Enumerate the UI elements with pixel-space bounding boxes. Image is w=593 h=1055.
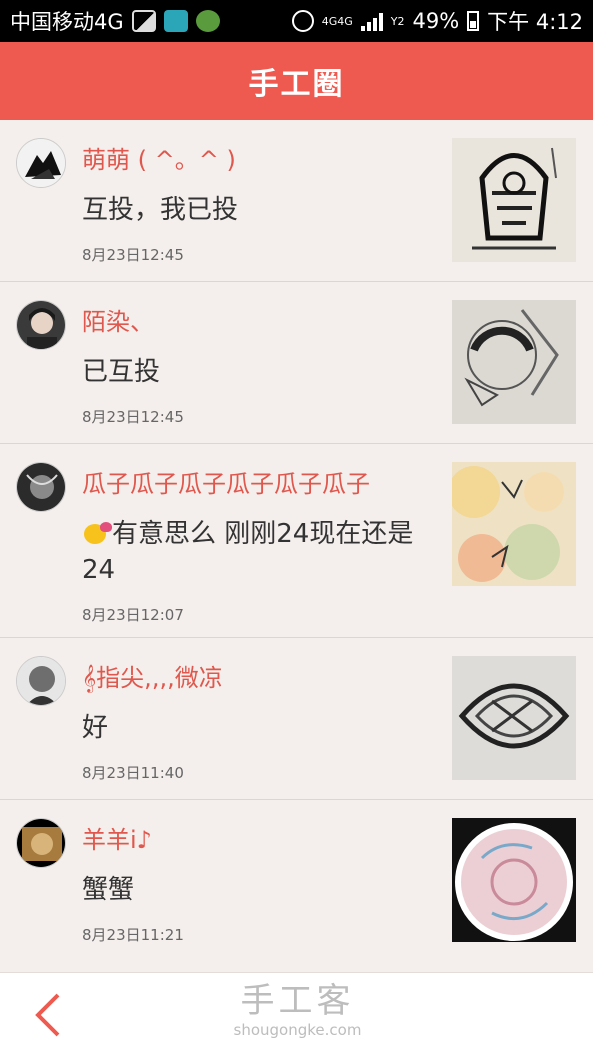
- gallery-notification-icon: [131, 10, 156, 32]
- comment-text: 互投，我已投: [82, 195, 239, 225]
- comment-time: 8月23日12:07: [82, 606, 184, 624]
- avatar[interactable]: [16, 818, 66, 868]
- comment-time: 8月23日11:40: [82, 764, 184, 782]
- network-type-label: 4G4G: [321, 14, 353, 28]
- comment-list: 萌萌 ( ^。^ ) 互投，我已投 8月23日12:45 陌染、 已互投 8月2…: [0, 120, 593, 974]
- chevron-left-icon: [35, 993, 60, 1037]
- comment-row[interactable]: 陌染、 已互投 8月23日12:45: [0, 282, 593, 444]
- comment-row[interactable]: 瓜子瓜子瓜子瓜子瓜子瓜子 有意思么 刚刚24现在还是24 8月23日12:07: [0, 444, 593, 638]
- message-notification-icon: [195, 10, 220, 32]
- comment-time: 8月23日12:45: [82, 408, 184, 426]
- avatar[interactable]: [16, 138, 66, 188]
- comment-row[interactable]: 萌萌 ( ^。^ ) 互投，我已投 8月23日12:45: [0, 120, 593, 282]
- comment-author[interactable]: 羊羊i♪: [82, 820, 152, 855]
- watermark-url: shougongke.com: [233, 1021, 362, 1039]
- app-notification-icon: [163, 10, 188, 32]
- clock: 下午 4:12: [487, 10, 583, 34]
- comment-author[interactable]: 瓜子瓜子瓜子瓜子瓜子瓜子: [82, 464, 370, 499]
- avatar[interactable]: [16, 462, 66, 512]
- artwork-thumbnail[interactable]: [452, 462, 576, 586]
- carrier-label: 中国移动4G: [10, 10, 124, 34]
- watermark-title: 手工客: [240, 981, 355, 1021]
- battery-percent: 49%: [412, 9, 460, 33]
- artwork-thumbnail[interactable]: [452, 818, 576, 942]
- page-title: 手工圈: [248, 67, 345, 102]
- watermark: 手工客 shougongke.com: [230, 981, 365, 1039]
- artwork-thumbnail[interactable]: [452, 656, 576, 780]
- sim-label: Y2: [390, 14, 405, 28]
- avatar[interactable]: [16, 300, 66, 350]
- comment-author[interactable]: 萌萌 ( ^。^ ): [82, 140, 236, 175]
- avatar[interactable]: [16, 656, 66, 706]
- title-bar: 手工圈: [0, 42, 593, 120]
- artwork-thumbnail[interactable]: [452, 138, 576, 262]
- artwork-thumbnail[interactable]: [452, 300, 576, 424]
- comment-text: 有意思么 刚刚24现在还是24: [82, 519, 414, 585]
- alarm-icon: [291, 10, 314, 32]
- back-button[interactable]: [30, 991, 70, 1039]
- comment-text: 蟹蟹: [82, 875, 135, 905]
- status-bar: 中国移动4G 4G4G Y2 49% 下午 4:12: [0, 0, 593, 42]
- kiss-emoji-icon: [82, 520, 112, 546]
- battery-icon: [467, 11, 480, 31]
- comment-row[interactable]: 𝄞指尖,,,,微凉 好 8月23日11:40: [0, 638, 593, 800]
- bottom-bar: 手工客 shougongke.com: [0, 972, 593, 1055]
- comment-author[interactable]: 陌染、: [82, 302, 154, 337]
- comment-text: 好: [82, 713, 109, 743]
- comment-row[interactable]: 羊羊i♪ 蟹蟹 8月23日11:21: [0, 800, 593, 974]
- comment-time: 8月23日11:21: [82, 926, 184, 944]
- comment-time: 8月23日12:45: [82, 246, 184, 264]
- comment-author[interactable]: 𝄞指尖,,,,微凉: [82, 658, 223, 693]
- signal-icon: [360, 11, 383, 31]
- comment-text: 已互投: [82, 357, 161, 387]
